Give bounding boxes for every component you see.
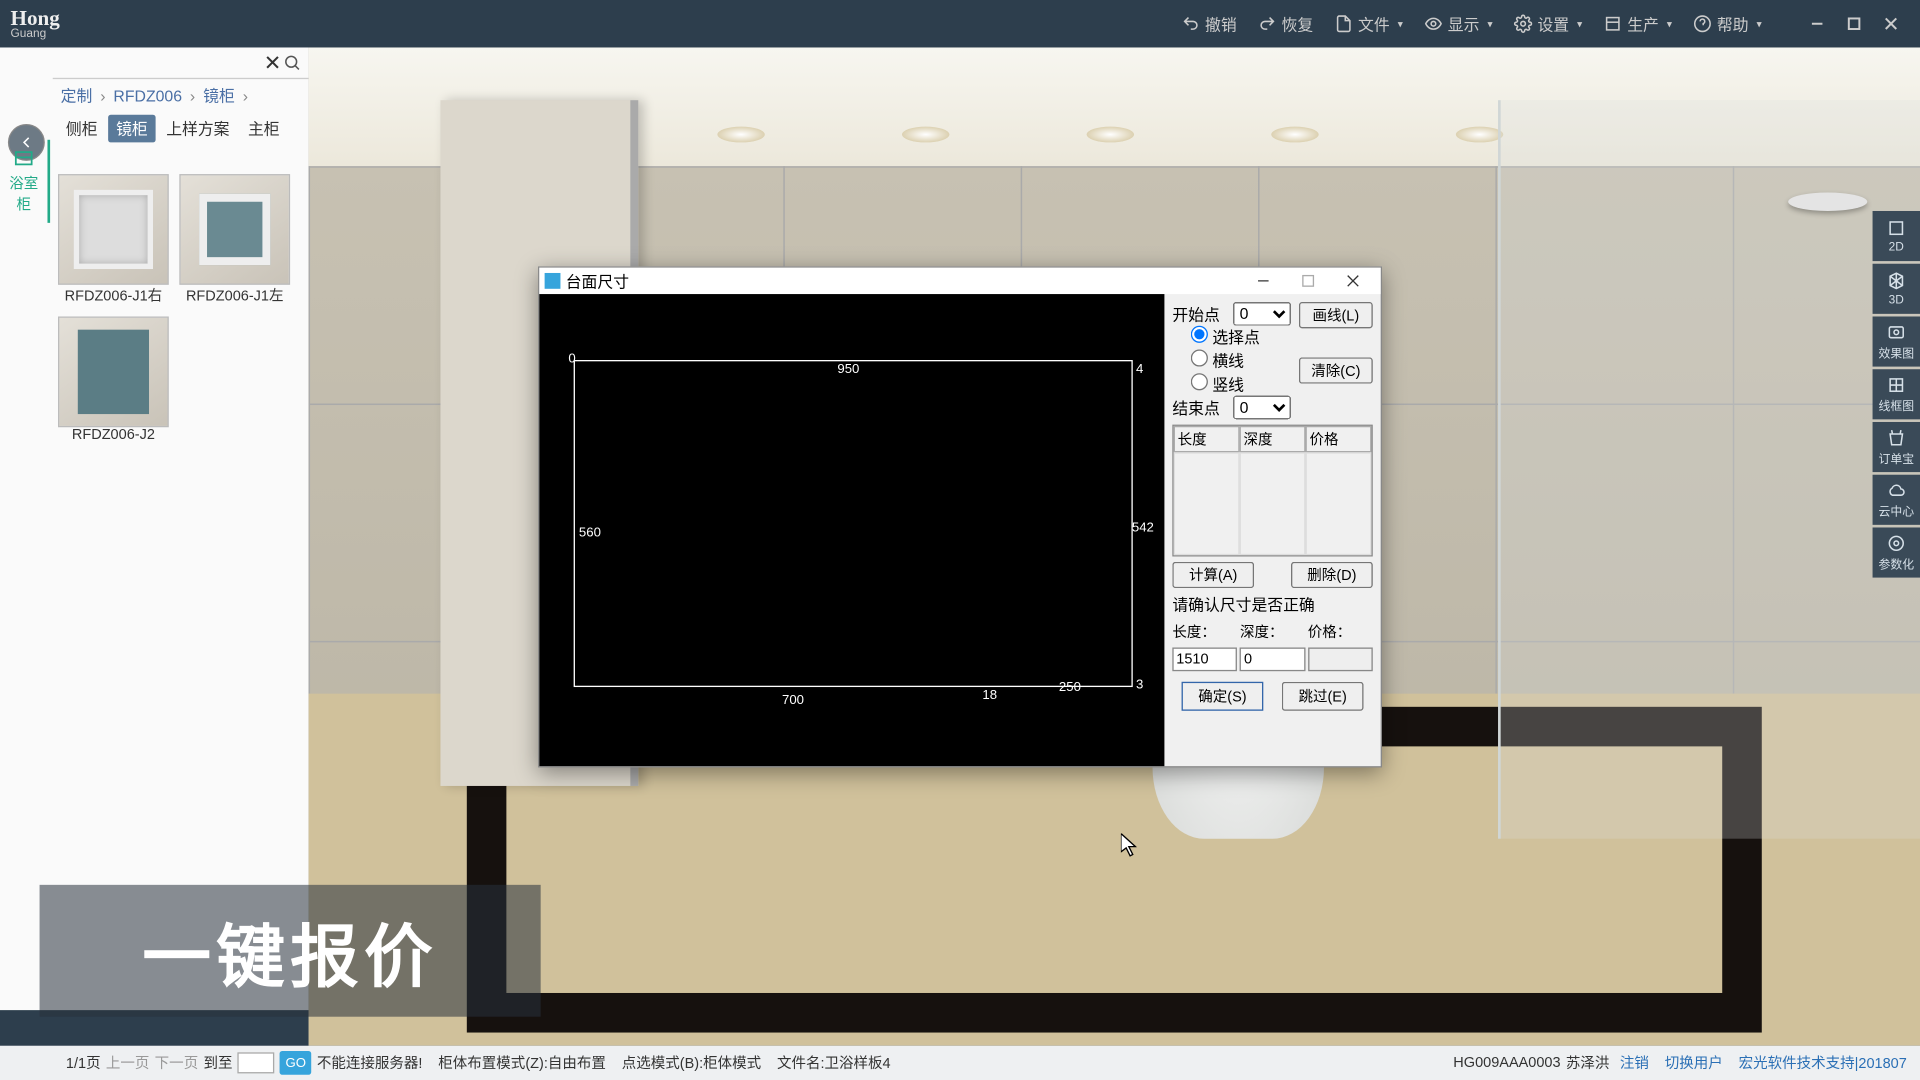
- file-name: 文件名:卫浴样板4: [777, 1052, 891, 1073]
- settings-menu[interactable]: 设置: [1503, 7, 1593, 40]
- help-menu[interactable]: 帮助: [1683, 7, 1773, 40]
- order-button[interactable]: 订单宝: [1873, 422, 1920, 472]
- depth-input[interactable]: [1240, 647, 1305, 671]
- undo-button[interactable]: 撤销: [1171, 7, 1248, 40]
- window-minimize[interactable]: [1799, 8, 1836, 40]
- thumb-item-2[interactable]: RFDZ006-J1左: [179, 174, 290, 306]
- hint-text: 请确认尺寸是否正确: [1172, 593, 1372, 615]
- delete-button[interactable]: 删除(D): [1291, 562, 1373, 588]
- length-input[interactable]: [1172, 647, 1237, 671]
- vertical-category: 浴室柜: [0, 140, 50, 223]
- crumb-model[interactable]: RFDZ006: [113, 86, 182, 104]
- search-clear-icon[interactable]: ✕: [262, 51, 282, 75]
- status-bar: 1/1页 上一页 下一页 到至 GO 不能连接服务器! 柜体布置模式(Z):自由…: [0, 1046, 1920, 1080]
- window-maximize[interactable]: [1836, 8, 1873, 40]
- skip-button[interactable]: 跳过(E): [1282, 682, 1364, 711]
- radio-vert[interactable]: 竖线: [1191, 373, 1291, 395]
- breadcrumb: 定制 RFDZ006 镜柜: [53, 79, 309, 112]
- clear-button[interactable]: 清除(C): [1299, 357, 1373, 383]
- prev-page[interactable]: 上一页: [106, 1052, 150, 1073]
- support-link[interactable]: 宏光软件技术支持|201807: [1739, 1052, 1907, 1073]
- search-input[interactable]: [58, 53, 262, 71]
- radio-pick[interactable]: 选择点: [1191, 326, 1291, 348]
- dialog-minimize[interactable]: [1241, 269, 1286, 293]
- start-point-select[interactable]: 0: [1233, 302, 1291, 326]
- category-tabs: 侧柜 镜柜 上样方案 主柜: [53, 112, 309, 145]
- library-panel: ✕ 定制 RFDZ006 镜柜 侧柜 镜柜 上样方案 主柜 浴室柜: [0, 47, 309, 1010]
- dialog-maximize[interactable]: [1286, 269, 1331, 293]
- countertop-size-dialog: 台面尺寸 0 950 4 560 542 700 18 250 3: [538, 266, 1382, 767]
- param-button[interactable]: 参数化: [1873, 527, 1920, 577]
- dialog-titlebar[interactable]: 台面尺寸: [539, 268, 1380, 294]
- user-id: HG009AAA0003: [1453, 1055, 1560, 1071]
- wireframe-button[interactable]: 线框图: [1873, 369, 1920, 419]
- tab-side[interactable]: 侧柜: [58, 115, 105, 143]
- page-indicator: 1/1页: [66, 1052, 101, 1073]
- dialog-close[interactable]: [1331, 269, 1376, 293]
- end-point-select[interactable]: 0: [1233, 396, 1291, 420]
- next-page[interactable]: 下一页: [155, 1052, 199, 1073]
- logo: HongGuang: [11, 8, 76, 40]
- dialog-canvas[interactable]: 0 950 4 560 542 700 18 250 3: [539, 294, 1164, 766]
- dialog-title: 台面尺寸: [566, 270, 629, 292]
- render-button[interactable]: 效果图: [1873, 316, 1920, 366]
- tab-sample[interactable]: 上样方案: [158, 115, 237, 143]
- thumb-item-3[interactable]: RFDZ006-J2: [58, 316, 169, 443]
- right-toolbar: 2D 3D 效果图 线框图 订单宝 云中心 参数化: [1873, 211, 1920, 578]
- top-menu-bar: HongGuang 撤销 恢复 文件 显示 设置 生产 帮助: [0, 0, 1920, 47]
- user-name: 苏泽洪: [1566, 1052, 1610, 1073]
- calc-button[interactable]: 计算(A): [1172, 562, 1254, 588]
- price-input[interactable]: [1308, 647, 1373, 671]
- radio-horiz[interactable]: 横线: [1191, 349, 1291, 371]
- dimension-table[interactable]: 长度 深度 价格: [1172, 425, 1372, 557]
- search-icon[interactable]: [283, 51, 303, 75]
- crumb-custom[interactable]: 定制: [61, 84, 93, 106]
- select-mode: 点选模式(B):柜体模式: [622, 1052, 761, 1073]
- cursor-icon: [1121, 833, 1137, 857]
- layout-mode: 柜体布置模式(Z):自由布置: [438, 1052, 606, 1073]
- thumb-item-1[interactable]: RFDZ006-J1右: [58, 174, 169, 306]
- redo-button[interactable]: 恢复: [1247, 7, 1324, 40]
- draw-line-button[interactable]: 画线(L): [1299, 302, 1373, 328]
- view-2d-button[interactable]: 2D: [1873, 211, 1920, 261]
- page-input[interactable]: [238, 1052, 275, 1073]
- promo-overlay: 一键报价: [40, 885, 541, 1017]
- crumb-type[interactable]: 镜柜: [203, 84, 235, 106]
- go-button[interactable]: GO: [280, 1051, 312, 1075]
- tab-mirror[interactable]: 镜柜: [108, 115, 155, 143]
- logout-link[interactable]: 注销: [1620, 1052, 1649, 1073]
- window-close[interactable]: [1873, 8, 1910, 40]
- tab-main[interactable]: 主柜: [240, 115, 287, 143]
- dialog-icon: [545, 273, 561, 289]
- view-3d-button[interactable]: 3D: [1873, 264, 1920, 314]
- cat-bath-cabinet[interactable]: 浴室柜: [0, 140, 50, 223]
- cloud-button[interactable]: 云中心: [1873, 475, 1920, 525]
- ok-button[interactable]: 确定(S): [1182, 682, 1264, 711]
- produce-menu[interactable]: 生产: [1593, 7, 1683, 40]
- switch-user-link[interactable]: 切换用户: [1665, 1052, 1723, 1073]
- connection-status: 不能连接服务器!: [317, 1052, 423, 1073]
- display-menu[interactable]: 显示: [1413, 7, 1503, 40]
- file-menu[interactable]: 文件: [1324, 7, 1414, 40]
